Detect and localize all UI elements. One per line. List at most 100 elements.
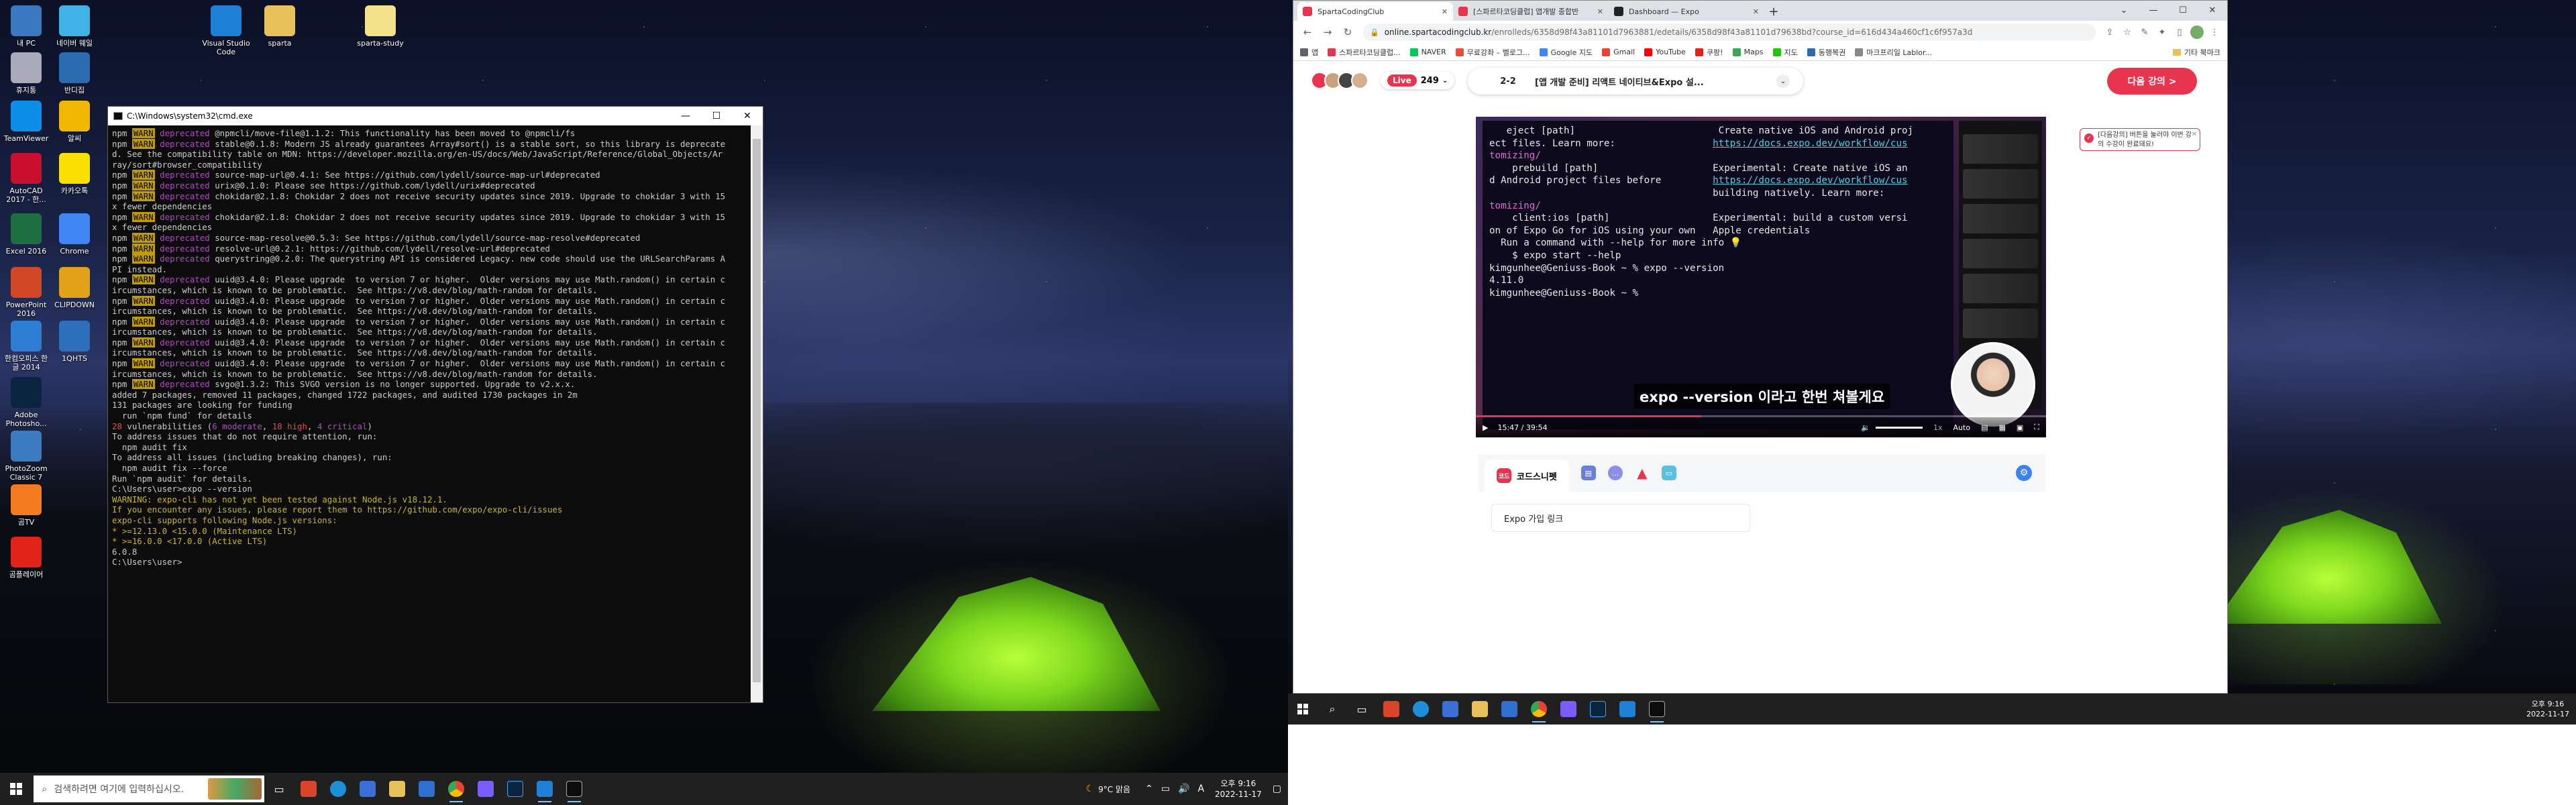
taskbar-app-cmd[interactable] xyxy=(559,774,589,804)
tab-notes[interactable]: ▤ xyxy=(1580,466,1596,480)
taskbar-app-vscode[interactable] xyxy=(530,774,559,804)
clock[interactable]: 오후 9:16 2022-11-17 xyxy=(1215,778,1262,800)
tab-tools[interactable]: ▭ xyxy=(1661,466,1676,480)
taskbar-app-mail[interactable] xyxy=(1495,694,1524,724)
bookmark-star-icon[interactable]: ☆ xyxy=(2118,23,2136,41)
tab-search-icon[interactable]: ⌄ xyxy=(2109,1,2139,19)
close-button[interactable]: ✕ xyxy=(732,107,763,125)
volume-icon[interactable]: 🔊 xyxy=(1178,784,1189,794)
taskbar-app-kakaotalk[interactable] xyxy=(1554,694,1583,724)
notification-icon[interactable]: ▢ xyxy=(1273,784,1281,794)
bookmark-item[interactable]: 지도 xyxy=(1772,47,1798,58)
taskbar-app-chrome[interactable] xyxy=(441,774,471,804)
sidepanel-icon[interactable]: ▯ xyxy=(2171,23,2188,41)
speed-label[interactable]: 1x xyxy=(1933,423,1943,432)
bookmark-item[interactable]: 마크프리일 Lablor... xyxy=(1855,47,1932,58)
tab-close-icon[interactable]: ✕ xyxy=(1753,7,1759,16)
share-icon[interactable]: ⇪ xyxy=(2101,23,2118,41)
taskbar-app-kakaotalk[interactable] xyxy=(471,774,500,804)
start-button[interactable] xyxy=(1288,694,1318,724)
desktop-icon-gomtv[interactable]: 곰TV xyxy=(1,484,51,527)
bookmark-item[interactable]: Google 지도 xyxy=(1539,47,1593,58)
taskbar-app-photoshop[interactable] xyxy=(1583,694,1613,724)
bookmark-item[interactable]: Maps xyxy=(1732,48,1764,56)
desktop-icon-folder[interactable]: sparta xyxy=(255,5,305,48)
next-lecture-button[interactable]: 다음 강의 > xyxy=(2107,68,2197,95)
maximize-button[interactable]: ☐ xyxy=(701,107,732,125)
desktop-icon-whale[interactable]: 네이버 웨일 xyxy=(50,5,99,48)
search-button[interactable]: ⌕ xyxy=(1318,694,1347,724)
quality-label[interactable]: Auto xyxy=(1953,423,1971,432)
bookmark-item[interactable]: Gmail xyxy=(1602,48,1635,56)
desktop-icon-teamviewer[interactable]: TeamViewer xyxy=(1,101,51,143)
new-tab-button[interactable]: + xyxy=(1764,2,1783,21)
puzzle-icon[interactable]: ✦ xyxy=(2153,23,2171,41)
task-view-button[interactable]: ▭ xyxy=(264,774,294,804)
tab-close-icon[interactable]: ✕ xyxy=(1442,7,1448,16)
task-view-button[interactable]: ▭ xyxy=(1347,694,1377,724)
taskbar-search[interactable]: ⌕ 검색하려면 여기에 입력하십시오. xyxy=(34,775,264,802)
live-badge[interactable]: Live 249 ⌄ xyxy=(1381,72,1455,89)
browser-tab-2[interactable]: Dashboard — Expo ✕ xyxy=(1609,2,1764,21)
taskbar-app-pdf[interactable] xyxy=(1377,694,1406,724)
bookmark-item[interactable]: 앱 xyxy=(1300,47,1318,58)
desktop-icon-pc[interactable]: 내 PC xyxy=(1,5,51,48)
taskbar-app-cmd[interactable] xyxy=(1642,694,1672,724)
minimize-button[interactable]: — xyxy=(670,107,701,125)
bookmark-item[interactable]: 스파르타코딩클럽... xyxy=(1328,47,1401,58)
taskbar-app-edge[interactable] xyxy=(323,774,353,804)
snippet-item[interactable]: Expo 가입 링크 xyxy=(1491,504,1750,532)
extension-icon[interactable]: ✎ xyxy=(2136,23,2153,41)
maximize-button[interactable]: ☐ xyxy=(2168,1,2198,19)
close-icon[interactable]: ✕ xyxy=(2192,130,2197,140)
clock-right[interactable]: 오후 9:16 2022-11-17 xyxy=(2526,699,2576,719)
profile-avatar[interactable] xyxy=(2188,23,2206,41)
weather-text[interactable]: 9°C 맑음 xyxy=(1098,784,1130,795)
taskbar-app-pdf[interactable] xyxy=(294,774,323,804)
desktop-icon-gomplayer[interactable]: 곰플레이어 xyxy=(1,537,51,579)
bookmark-item[interactable]: NAVER xyxy=(1409,48,1446,56)
desktop-icon-qhts[interactable]: 1QHTS xyxy=(50,321,99,363)
cmd-window[interactable]: C:\Windows\system32\cmd.exe — ☐ ✕ npm WA… xyxy=(107,106,763,703)
cmd-titlebar[interactable]: C:\Windows\system32\cmd.exe — ☐ ✕ xyxy=(108,107,763,125)
desktop-icon-photoshop[interactable]: Adobe Photosho... xyxy=(1,377,51,428)
gear-icon[interactable]: ⚙ xyxy=(2016,465,2032,481)
bookmark-item[interactable]: 무료강좌 – 벨로그... xyxy=(1455,47,1530,58)
desktop-icon-photozoom[interactable]: PhotoZoom Classic 7 xyxy=(1,431,51,482)
fullscreen-icon[interactable]: ⛶ xyxy=(2034,423,2039,432)
lock-icon[interactable]: 🔒 xyxy=(1370,28,1379,37)
sparta-logo-group[interactable] xyxy=(1311,72,1368,89)
desktop-icon-alsee[interactable]: 알씨 xyxy=(50,101,99,143)
desktop-icon-excel[interactable]: Excel 2016 xyxy=(1,213,51,256)
video-player[interactable]: eject [path] Create native iOS and Andro… xyxy=(1476,117,2046,437)
desktop-icon-recycle-bin[interactable]: 휴지통 xyxy=(1,52,51,95)
desktop-icon-clipdown[interactable]: CLIPDOWN xyxy=(50,267,99,309)
subtitle-icon[interactable]: ▤ xyxy=(1981,423,1988,432)
desktop-icon-bandizip[interactable]: 반디집 xyxy=(50,52,99,95)
reload-button[interactable]: ↻ xyxy=(1338,22,1358,42)
taskbar-app-photoshop[interactable] xyxy=(500,774,530,804)
browser-tab-1[interactable]: [스파르타코딩클럽] 앱개발 종합반 ✕ xyxy=(1453,2,1609,21)
tab-code-snippet[interactable]: 코드 코드스니펫 xyxy=(1485,460,1569,492)
desktop-icon-autocad[interactable]: AutoCAD 2017 - 한... xyxy=(1,153,51,204)
volume-slider[interactable] xyxy=(1876,426,1923,429)
desktop-icon-vscode[interactable]: Visual Studio Code xyxy=(201,5,251,56)
taskbar-app-explorer[interactable] xyxy=(382,774,412,804)
start-button[interactable] xyxy=(0,773,32,805)
taskbar-app-vscode[interactable] xyxy=(1613,694,1642,724)
taskbar-app-store[interactable] xyxy=(1436,694,1465,724)
desktop-icon-file[interactable]: sparta-study xyxy=(356,5,405,48)
pip-icon[interactable]: ▣ xyxy=(2017,423,2023,432)
cmd-scrollbar[interactable] xyxy=(751,125,763,702)
tab-report[interactable]: ▲ xyxy=(1635,465,1650,481)
minimize-button[interactable]: — xyxy=(2139,1,2168,19)
settings-icon[interactable]: ▦ xyxy=(1998,423,2005,432)
taskbar-app-chrome[interactable] xyxy=(1524,694,1554,724)
bookmark-item[interactable]: 동행복권 xyxy=(1807,47,1845,58)
chevron-up-icon[interactable]: ⌃ xyxy=(1145,784,1153,794)
bookmarks-other[interactable]: 기타 북마크 xyxy=(2172,47,2220,58)
tab-close-icon[interactable]: ✕ xyxy=(1597,7,1603,16)
browser-tab-0[interactable]: SpartaCodingClub ✕ xyxy=(1297,2,1453,21)
taskbar-app-explorer[interactable] xyxy=(1465,694,1495,724)
taskbar-app-mail[interactable] xyxy=(412,774,441,804)
